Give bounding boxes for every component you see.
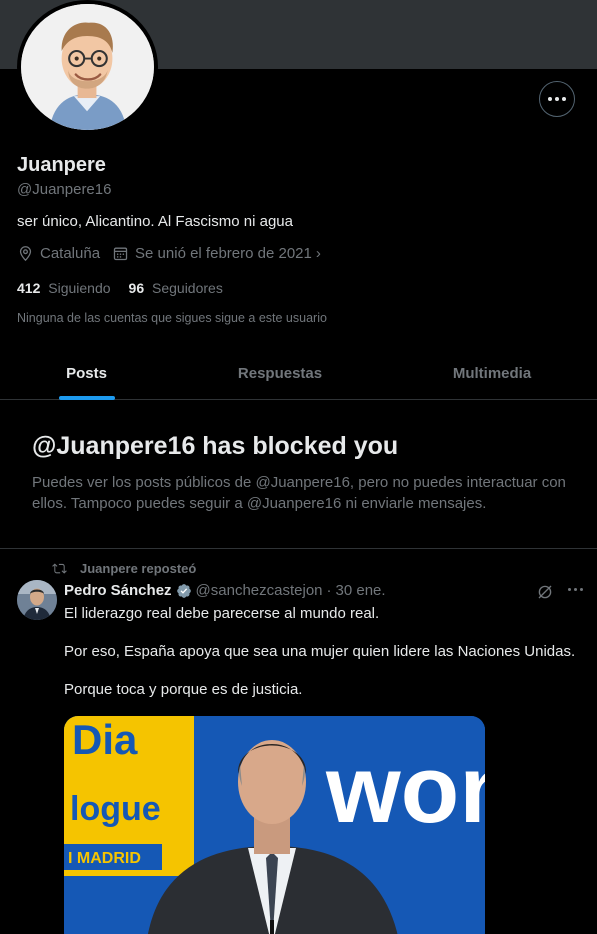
tab-multimedia[interactable]: Multimedia (387, 346, 597, 400)
tweet-date[interactable]: 30 ene. (336, 582, 386, 599)
followers-count: 96 (128, 280, 145, 296)
tab-respuestas[interactable]: Respuestas (173, 346, 387, 400)
mutual-followers-notice: Ninguna de las cuentas que sigues sigue … (17, 311, 327, 325)
more-dot (567, 588, 571, 591)
more-dot (555, 97, 559, 101)
profile-avatar[interactable] (17, 0, 158, 134)
tweet-paragraph: Porque toca y porque es de justicia. (64, 681, 303, 698)
verified-badge-icon (176, 583, 191, 598)
followers-link[interactable]: 96 Seguidores (129, 280, 223, 296)
blocked-message: Puedes ver los posts públicos de @Juanpe… (32, 474, 566, 512)
profile-handle: @Juanpere16 (17, 181, 112, 198)
tweet-more-button[interactable] (566, 588, 584, 591)
blocked-notice: @Juanpere16 has blocked you Puedes ver l… (0, 400, 597, 549)
media-text-logue: logue (70, 790, 161, 828)
media-text-won: won (325, 736, 485, 843)
media-text-city: I MADRID (68, 850, 141, 867)
profile-joined[interactable]: Se unió el febrero de 2021 › (112, 245, 321, 262)
author-photo (17, 580, 57, 620)
tab-label: Posts (66, 364, 107, 382)
video-frame: Dia logue I MADRID won (64, 716, 485, 934)
more-dot (573, 588, 577, 591)
tweet-paragraph: El liderazgo real debe parecerse al mund… (64, 605, 380, 622)
more-dot (579, 588, 583, 591)
profile-more-button[interactable] (539, 81, 575, 117)
tab-label: Respuestas (237, 364, 323, 382)
tweet-header: Pedro Sánchez @sanchezcastejon · 30 ene. (64, 582, 386, 599)
repost-icon (52, 563, 67, 574)
tweet-author-avatar[interactable] (17, 580, 57, 620)
separator-dot: · (326, 582, 332, 599)
profile-bio: ser único, Alicantino. Al Fascismo ni ag… (17, 213, 293, 230)
followers-label: Seguidores (152, 280, 223, 296)
follow-stats: 412 Siguiendo 96 Seguidores (17, 280, 241, 296)
more-dot (562, 97, 566, 101)
tweet-text: El liderazgo real debe parecerse al mund… (64, 604, 584, 718)
chevron-right-icon: › (315, 245, 321, 262)
avatar-illustration (21, 4, 154, 130)
location-pin-icon (19, 246, 32, 262)
more-dot (548, 97, 552, 101)
following-label: Siguiendo (48, 280, 111, 296)
blocked-title: @Juanpere16 has blocked you (32, 432, 399, 460)
profile-location: Cataluña (17, 245, 100, 262)
profile-name: Juanpere (17, 154, 106, 176)
repost-label: Juanpere reposteó (80, 561, 197, 576)
calendar-icon (113, 247, 128, 261)
tweet-paragraph: Por eso, España apoya que sea una mujer … (64, 643, 576, 660)
profile-tabs: Posts Respuestas Multimedia (0, 346, 597, 400)
following-count: 412 (17, 280, 41, 296)
profile-meta: Cataluña Se unió el febrero de 2021 › (17, 245, 333, 262)
location-text: Cataluña (40, 245, 101, 262)
tweet-media-video[interactable]: Dia logue I MADRID won (64, 716, 485, 934)
tweet-author-handle[interactable]: @sanchezcastejon (196, 582, 323, 599)
media-text-dia: Dia (72, 716, 138, 763)
joined-text: Se unió el febrero de 2021 (135, 245, 312, 262)
repost-indicator[interactable]: Juanpere reposteó (52, 561, 196, 576)
tab-posts[interactable]: Posts (0, 346, 173, 400)
tab-label: Multimedia (452, 364, 532, 382)
tweet-author-name[interactable]: Pedro Sánchez (64, 582, 172, 599)
grok-icon[interactable] (536, 583, 554, 601)
following-link[interactable]: 412 Siguiendo (17, 280, 111, 296)
